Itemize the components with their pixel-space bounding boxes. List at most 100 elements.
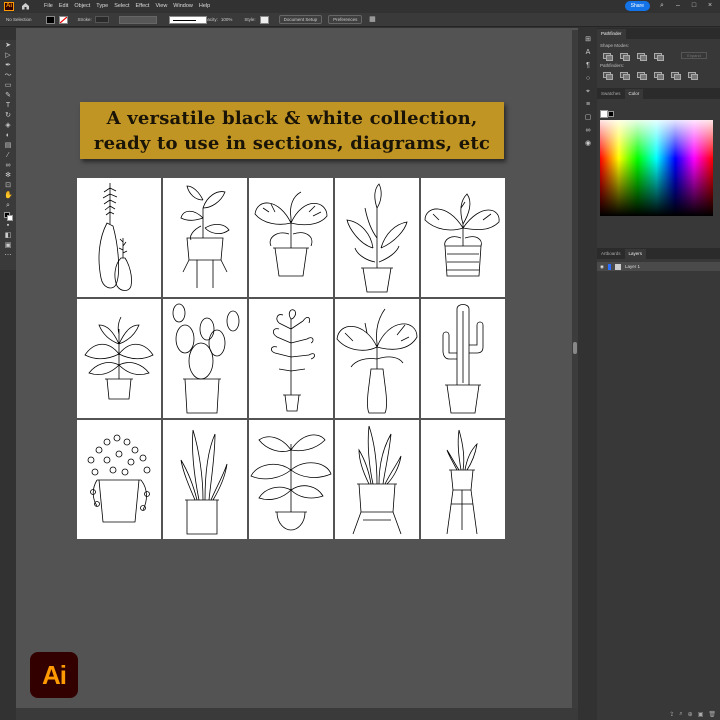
plant-card-monstera-vase[interactable] — [335, 299, 419, 418]
preferences-button[interactable]: Preferences — [328, 15, 363, 24]
unite-icon[interactable] — [603, 52, 613, 61]
shape-builder-tool-icon[interactable]: ◐ — [4, 132, 12, 140]
blend-tool-icon[interactable]: ∞ — [4, 162, 12, 170]
plant-card-rubber-plant-on-stand[interactable] — [163, 178, 247, 297]
drawing-mode-icon[interactable]: ◧ — [4, 232, 12, 240]
pen-tool-icon[interactable]: ✒ — [4, 62, 12, 70]
vertical-scroll-thumb[interactable] — [573, 342, 577, 354]
pencil-tool-icon[interactable]: ✎ — [4, 92, 12, 100]
plant-card-vases-with-fern[interactable] — [77, 178, 161, 297]
plant-card-prickly-pear-cactus[interactable] — [163, 299, 247, 418]
glyphs-icon[interactable]: ○ — [584, 75, 592, 83]
vertical-scrollbar[interactable] — [572, 30, 578, 708]
tab-pathfinder[interactable]: Pathfinder — [597, 29, 626, 39]
plant-card-snake-plant-tripod[interactable] — [421, 420, 505, 539]
minimize-icon[interactable]: – — [674, 2, 682, 10]
close-icon[interactable]: × — [706, 2, 714, 10]
color-stroke-swatch[interactable] — [608, 111, 614, 117]
plant-card-large-leaf-plant[interactable] — [249, 420, 333, 539]
paragraph-icon[interactable]: ¶ — [584, 62, 592, 70]
exclude-icon[interactable] — [654, 52, 664, 61]
type-tool-icon[interactable]: T — [4, 102, 12, 110]
align-icon[interactable]: ≡ — [584, 101, 592, 109]
expand-button[interactable]: Expand — [681, 52, 707, 59]
search-icon[interactable]: ⌕ — [658, 2, 666, 10]
menu-select[interactable]: Select — [114, 3, 129, 9]
character-icon[interactable]: A — [584, 49, 592, 57]
home-icon[interactable] — [20, 1, 30, 11]
artboard-canvas[interactable]: A versatile black & white collection, re… — [16, 28, 578, 708]
visibility-eye-icon[interactable]: ◉ — [600, 264, 604, 270]
divide-icon[interactable] — [603, 72, 613, 80]
share-button[interactable]: Share — [624, 1, 650, 11]
minus-back-icon[interactable] — [688, 72, 698, 80]
rotate-tool-icon[interactable]: ↻ — [4, 112, 12, 120]
menu-edit[interactable]: Edit — [59, 3, 68, 9]
menu-view[interactable]: View — [155, 3, 167, 9]
menu-effect[interactable]: Effect — [136, 3, 150, 9]
layer-row[interactable]: ◉ Layer 1 — [597, 262, 720, 271]
appearance-icon[interactable]: ◉ — [584, 140, 592, 148]
plant-card-monstera-basket[interactable] — [421, 178, 505, 297]
plant-card-saguaro-cactus[interactable] — [421, 299, 505, 418]
menu-help[interactable]: Help — [199, 3, 210, 9]
trim-icon[interactable] — [620, 72, 630, 80]
arrange-icon[interactable]: ▦ — [368, 16, 376, 24]
screen-mode-icon[interactable]: ▣ — [4, 242, 12, 250]
eyedropper-tool-icon[interactable]: ⁄ — [4, 152, 12, 160]
plant-card-snake-plant-on-stand[interactable] — [335, 420, 419, 539]
stroke-weight-field[interactable] — [94, 16, 109, 23]
fill-swatch[interactable] — [45, 15, 55, 24]
tab-color[interactable]: Color — [624, 89, 644, 99]
symbol-sprayer-tool-icon[interactable]: ✻ — [4, 172, 12, 180]
plant-card-tall-foliage-tree[interactable] — [249, 299, 333, 418]
new-layer-icon[interactable]: ▣ — [698, 711, 704, 718]
plant-card-snake-plant[interactable] — [163, 420, 247, 539]
graphic-style-swatch[interactable] — [259, 15, 269, 24]
plant-card-bird-of-paradise[interactable] — [335, 178, 419, 297]
zoom-tool-icon[interactable]: ⌕ — [4, 202, 12, 210]
artboard-tool-icon[interactable]: ⊡ — [4, 182, 12, 190]
maximize-icon[interactable]: □ — [690, 2, 698, 10]
direct-selection-tool-icon[interactable]: ▷ — [4, 52, 12, 60]
variable-width-field[interactable] — [118, 15, 157, 24]
tab-artboards[interactable]: Artboards — [597, 249, 625, 259]
color-fill-swatch[interactable] — [600, 110, 608, 118]
plant-card-ivy-pot[interactable] — [77, 420, 161, 539]
minus-front-icon[interactable] — [620, 52, 630, 61]
tab-swatches[interactable]: Swatches — [597, 89, 625, 99]
curvature-tool-icon[interactable]: 〜 — [4, 72, 12, 80]
properties-icon[interactable]: ⊞ — [584, 36, 592, 44]
layer-name[interactable]: Layer 1 — [625, 264, 640, 269]
brush-definition[interactable] — [168, 15, 207, 24]
links-icon[interactable]: ∞ — [584, 127, 592, 135]
new-sublayer-icon[interactable]: ⊕ — [688, 711, 693, 718]
plant-card-leafy-bush[interactable] — [77, 299, 161, 418]
crop-icon[interactable] — [654, 72, 664, 80]
plant-card-monstera-pot[interactable] — [249, 178, 333, 297]
transform-icon[interactable]: ⌖ — [584, 88, 592, 96]
export-icon[interactable]: ⇪ — [669, 711, 674, 718]
eraser-tool-icon[interactable]: ◈ — [4, 122, 12, 130]
stroke-swatch[interactable] — [58, 15, 68, 24]
tab-layers[interactable]: Layers — [624, 249, 647, 259]
rectangle-tool-icon[interactable]: ▭ — [4, 82, 12, 90]
color-mode-icon[interactable]: ▪ — [4, 222, 12, 230]
opacity-value[interactable]: 100% — [221, 17, 233, 22]
more-tools-icon[interactable]: ⋯ — [4, 252, 12, 260]
menu-object[interactable]: Object — [74, 3, 90, 9]
libraries-icon[interactable]: ▢ — [584, 114, 592, 122]
document-setup-button[interactable]: Document Setup — [278, 15, 323, 24]
merge-icon[interactable] — [637, 72, 647, 80]
menu-file[interactable]: File — [44, 3, 53, 9]
menu-window[interactable]: Window — [173, 3, 193, 9]
fill-stroke-icon[interactable] — [4, 212, 13, 221]
gradient-tool-icon[interactable]: ▤ — [4, 142, 12, 150]
intersect-icon[interactable] — [637, 52, 647, 61]
search-layers-icon[interactable]: ⌕ — [679, 711, 682, 718]
outline-icon[interactable] — [671, 72, 681, 80]
hand-tool-icon[interactable]: ✋ — [4, 192, 13, 200]
menu-type[interactable]: Type — [96, 3, 108, 9]
delete-icon[interactable]: 🗑 — [708, 711, 716, 718]
color-spectrum[interactable] — [600, 120, 713, 216]
